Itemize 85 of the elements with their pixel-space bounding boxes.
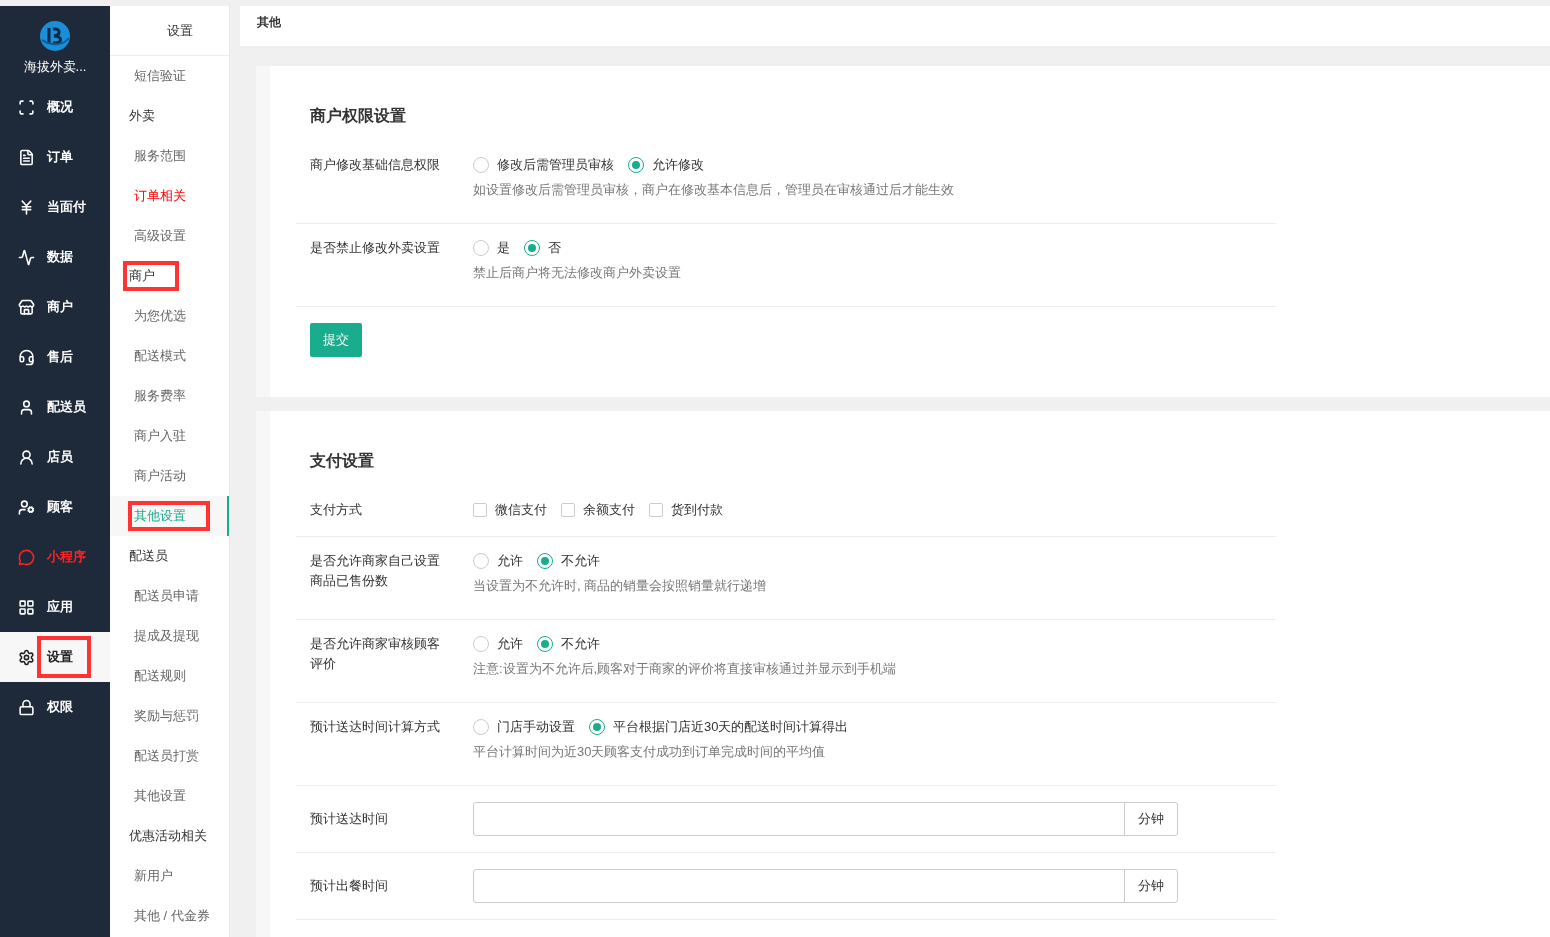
option-label: 修改后需管理员审核	[497, 156, 614, 174]
option-label: 不允许	[561, 635, 600, 653]
submenu-item[interactable]: 提成及提现	[110, 616, 229, 656]
user-icon	[18, 448, 35, 466]
submenu-item[interactable]: 短信验证	[110, 56, 229, 96]
submenu-item[interactable]: 配送员申请	[110, 576, 229, 616]
document-icon	[18, 148, 35, 166]
help-text: 禁止后商户将无法修改商户外卖设置	[473, 264, 682, 282]
brand-name: 海拔外卖...	[23, 58, 87, 76]
nav-item[interactable]: 小程序	[0, 532, 110, 582]
help-text: 如设置修改后需管理员审核，商户在修改基本信息后，管理员在审核通过后才能生效	[473, 181, 955, 199]
settings-icon	[18, 648, 35, 666]
nav-item[interactable]: 商户	[0, 282, 110, 332]
option-label: 门店手动设置	[497, 718, 575, 736]
checkbox[interactable]	[561, 503, 575, 517]
nav-item[interactable]: 店员	[0, 432, 110, 482]
submenu-group[interactable]: 优惠活动相关	[110, 816, 229, 856]
field-label: 支付方式	[310, 501, 363, 519]
field-label: 商户修改基础信息权限	[310, 156, 441, 174]
headset-icon	[18, 348, 35, 366]
logo-icon	[39, 20, 71, 52]
checkbox[interactable]	[649, 503, 663, 517]
option-label: 允许修改	[652, 156, 704, 174]
submenu-title: 设置	[110, 6, 229, 56]
submenu-item[interactable]: 服务范围	[110, 136, 229, 176]
submenu-group[interactable]: 配送员	[110, 536, 229, 576]
submenu-item[interactable]: 新用户	[110, 856, 229, 896]
option-label: 货到付款	[671, 501, 723, 519]
submenu-item[interactable]: 其他设置	[110, 776, 229, 816]
submenu-item[interactable]: 配送员打赏	[110, 736, 229, 776]
chat-icon	[18, 548, 35, 566]
submenu-item[interactable]: 奖励与惩罚	[110, 696, 229, 736]
submenu-item[interactable]: 商户入驻	[110, 416, 229, 456]
nav-item[interactable]: 当面付	[0, 182, 110, 232]
option-label: 不允许	[561, 552, 600, 570]
unit-label: 分钟	[1124, 803, 1177, 835]
option-label: 允许	[497, 635, 523, 653]
help-text: 注意:设置为不允许后,顾客对于商家的评价将直接审核通过并显示到手机端	[473, 660, 898, 678]
submenu-item[interactable]: 高级设置	[110, 216, 229, 256]
checkbox[interactable]	[473, 503, 487, 517]
section-title: 支付设置	[310, 451, 375, 471]
option-label: 余额支付	[583, 501, 635, 519]
user-icon	[18, 398, 35, 416]
field-label: 预计送达时间计算方式	[310, 718, 441, 736]
submenu-item[interactable]: 商户活动	[110, 456, 229, 496]
field-label: 是否允许商家自己设置商品已售份数	[310, 552, 441, 590]
field-label: 预计出餐时间	[310, 877, 389, 895]
submenu-item[interactable]: 服务费率	[110, 376, 229, 416]
submenu-item[interactable]: 配送规则	[110, 656, 229, 696]
submenu-item[interactable]: 为您优选	[110, 296, 229, 336]
breadcrumb: 其他	[240, 6, 1550, 46]
option-label: 允许	[497, 552, 523, 570]
field-label: 是否允许商家审核顾客评价	[310, 635, 441, 673]
nav-item[interactable]: 订单	[0, 132, 110, 182]
user-gear-icon	[18, 498, 35, 516]
field-label: 预计送达时间	[310, 810, 389, 828]
option-label: 否	[548, 239, 561, 257]
nav-item[interactable]: 顾客	[0, 482, 110, 532]
unit-label: 分钟	[1124, 870, 1177, 902]
help-text: 当设置为不允许时, 商品的销量会按照销量就行递增	[473, 577, 768, 595]
option-label: 平台根据门店近30天的配送时间计算得出	[613, 718, 849, 736]
section-title: 商户权限设置	[310, 106, 407, 126]
submenu-item[interactable]: 其他 / 代金券	[110, 896, 229, 936]
submenu-group[interactable]: 外卖	[110, 96, 229, 136]
grid-icon	[18, 598, 35, 616]
option-label: 微信支付	[495, 501, 547, 519]
lock-icon	[18, 698, 35, 716]
option-label: 是	[497, 239, 510, 257]
nav-item[interactable]: 应用	[0, 582, 110, 632]
nav-item[interactable]: 设置	[0, 632, 110, 682]
help-text: 平台计算时间为近30天顾客支付成功到订单完成时间的平均值	[473, 743, 827, 761]
nav-item[interactable]: 售后	[0, 332, 110, 382]
nav-item[interactable]: 数据	[0, 232, 110, 282]
chart-icon	[18, 248, 35, 266]
nav-item[interactable]: 权限	[0, 682, 110, 732]
minutes-field[interactable]: 分钟	[473, 802, 1178, 836]
submenu-item[interactable]: 配送模式	[110, 336, 229, 376]
scan-icon	[18, 98, 35, 116]
minutes-field[interactable]: 分钟	[473, 869, 1178, 903]
submenu-item[interactable]: 订单相关	[110, 176, 229, 216]
field-label: 是否禁止修改外卖设置	[310, 239, 441, 257]
nav-item[interactable]: 概况	[0, 82, 110, 132]
store-icon	[18, 298, 35, 316]
nav-item[interactable]: 配送员	[0, 382, 110, 432]
submenu-group[interactable]: 商户	[110, 256, 229, 296]
